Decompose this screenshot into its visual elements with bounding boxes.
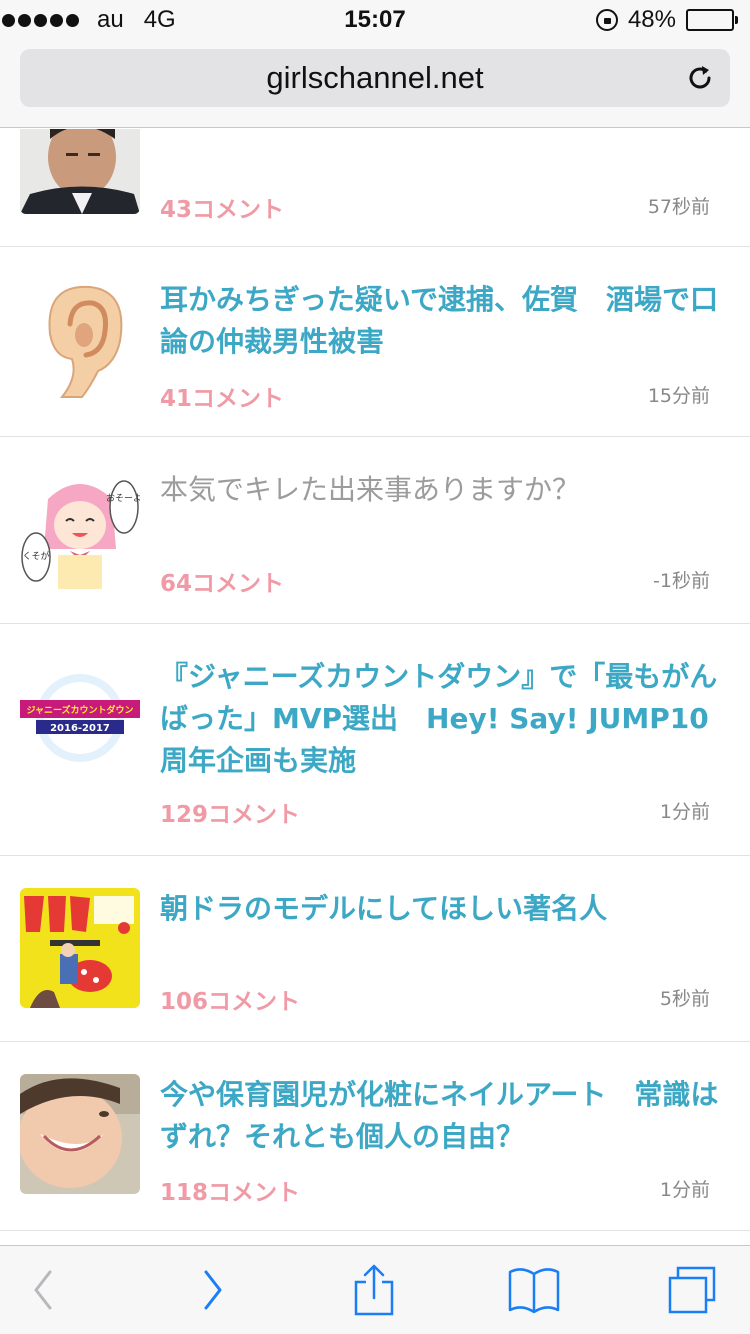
topic-row[interactable]: 43コメント 57秒前 [0,129,750,247]
topic-row[interactable]: 朝ドラのモデルにしてほしい著名人 106コメント 5秒前 [0,856,750,1042]
status-right: 48% [595,0,738,40]
comment-count: 43コメント [160,197,285,223]
topic-title[interactable]: 耳かみちぎった疑いで逮捕、佐賀 酒場で口論の仲裁男性被害 [160,279,720,363]
url-field[interactable]: girlschannel.net [20,49,730,107]
topic-row[interactable]: ジャニーズカウントダウン 2016-2017 『ジャニーズカウントダウン』で「最… [0,624,750,856]
posted-time: -1秒前 [653,570,710,592]
manga-cover-icon [20,888,140,1008]
comment-count: 118コメント [160,1180,301,1206]
status-bar: au 4G 15:07 48% [0,0,750,40]
posted-time: 1分前 [659,801,710,823]
topic-list: 43コメント 57秒前 耳かみちぎった疑いで逮捕、佐賀 酒場で口論の仲裁男性被害… [0,129,750,1245]
topic-thumbnail[interactable] [20,888,140,1008]
topic-title[interactable]: 『ジャニーズカウントダウン』で「最もがんばった」MVP選出 Hey! Say! … [160,656,720,782]
speech-bubble-text: おそーよ [106,493,140,504]
comment-count: 106コメント [160,989,301,1015]
reload-icon[interactable] [684,62,716,94]
posted-time: 57秒前 [647,196,710,218]
comment-count: 129コメント [160,802,301,828]
topic-title[interactable]: 朝ドラのモデルにしてほしい著名人 [160,888,720,930]
countdown-logo-icon: ジャニーズカウントダウン 2016-2017 [20,656,140,776]
topic-thumbnail[interactable] [20,279,140,399]
topic-title[interactable]: 本気でキレた出来事ありますか？ [160,469,720,511]
topic-thumbnail[interactable]: ジャニーズカウントダウン 2016-2017 [20,656,140,776]
battery-icon [686,9,738,31]
battery-percent: 48% [627,6,676,33]
child-photo-icon [20,1074,140,1194]
rotation-lock-icon [595,9,618,31]
topic-title[interactable]: 今や保育園児が化粧にネイルアート 常識はずれ？それとも個人の自由？ [160,1074,720,1158]
logo-years: 2016-2017 [50,723,110,734]
topic-row[interactable]: おそーよ くそが 本気でキレた出来事ありますか？ 64コメント -1秒前 [0,437,750,624]
url-text[interactable]: girlschannel.net [20,49,730,107]
address-bar: girlschannel.net [0,40,750,128]
logo-text: ジャニーズカウントダウン [26,704,133,716]
tabs-icon[interactable] [664,1264,720,1316]
ear-illustration-icon [20,279,140,399]
back-chevron-icon[interactable] [16,1264,72,1316]
speech-bubble-text: くそが [22,550,49,562]
posted-time: 1分前 [659,1179,710,1201]
topic-thumbnail[interactable]: おそーよ くそが [20,469,140,589]
share-icon[interactable] [346,1264,402,1316]
man-in-suit-photo-icon [20,129,140,214]
topic-thumbnail[interactable] [20,129,140,214]
topic-row[interactable]: 今や保育園児が化粧にネイルアート 常識はずれ？それとも個人の自由？ 118コメン… [0,1042,750,1231]
browser-toolbar [0,1245,750,1334]
comment-count: 41コメント [160,386,285,412]
forward-chevron-icon[interactable] [184,1264,240,1316]
posted-time: 5秒前 [659,988,710,1010]
book-icon[interactable] [506,1264,562,1316]
comment-count: 64コメント [160,571,285,597]
topic-row[interactable]: 耳かみちぎった疑いで逮捕、佐賀 酒場で口論の仲裁男性被害 41コメント 15分前 [0,247,750,437]
posted-time: 15分前 [647,385,710,407]
anime-girl-illustration-icon: おそーよ くそが [20,469,140,589]
topic-thumbnail[interactable] [20,1074,140,1194]
